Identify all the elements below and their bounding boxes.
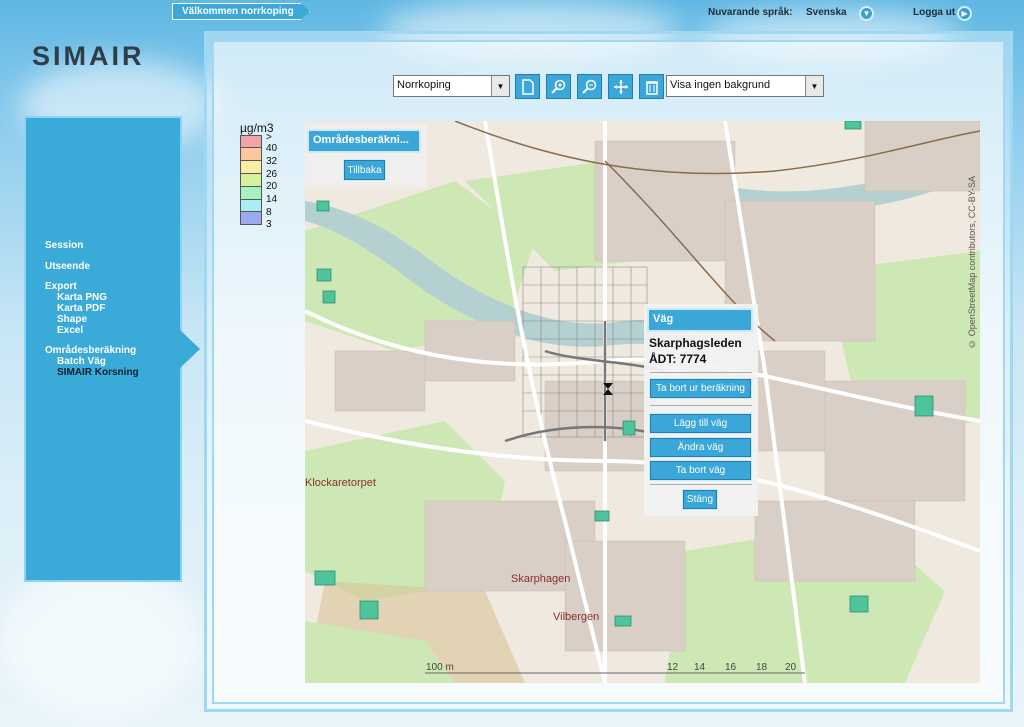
legend-label: 20 — [266, 181, 278, 192]
sidebar-item-excel[interactable]: Excel — [57, 325, 83, 336]
city-select[interactable]: Norrkoping ▼ — [393, 75, 510, 97]
legend-label: 40 — [266, 143, 278, 154]
sidebar-item-simair-korsning[interactable]: SIMAIR Korsning — [57, 367, 139, 378]
area-calc-title: Områdesberäkni... — [307, 129, 421, 153]
scale-label: 18 — [756, 662, 768, 673]
sidebar-item-session[interactable]: Session — [45, 240, 83, 251]
sidebar-item-utseende[interactable]: Utseende — [45, 261, 90, 272]
welcome-tab: Välkommen norrkoping — [172, 3, 310, 20]
sidebar-item-shape[interactable]: Shape — [57, 314, 87, 325]
legend-label: 14 — [266, 194, 278, 205]
zoom-out-button[interactable] — [577, 74, 602, 99]
add-road-button[interactable]: Lägg till väg — [649, 413, 752, 434]
zoom-in-icon — [550, 79, 565, 94]
sidebar-item-karta-pdf[interactable]: Karta PDF — [57, 303, 105, 314]
sidebar-pointer — [180, 330, 200, 368]
pan-icon — [613, 79, 628, 94]
sidebar-item-karta-png[interactable]: Karta PNG — [57, 292, 107, 303]
language-dropdown-icon[interactable]: ▼ — [859, 6, 874, 21]
simair-logo: SIMAIR — [32, 41, 145, 71]
legend-swatch — [241, 200, 261, 212]
legend-label: > — [266, 132, 272, 143]
city-select-value: Norrkoping — [397, 79, 451, 91]
new-document-icon — [521, 78, 534, 95]
legend-swatch — [241, 187, 261, 200]
sidebar-item-omradesberakning[interactable]: Områdesberäkning — [45, 345, 136, 356]
edit-road-button[interactable]: Ändra väg — [649, 437, 752, 458]
scale-label: 16 — [725, 662, 737, 673]
place-label-vilbergen: Vilbergen — [553, 611, 600, 623]
legend-swatch — [241, 174, 261, 187]
legend-label: 3 — [266, 219, 272, 230]
new-document-button[interactable] — [515, 74, 540, 99]
background-select[interactable]: Visa ingen bakgrund ▼ — [666, 75, 824, 97]
close-button[interactable]: Stäng — [682, 489, 718, 510]
map-graphics — [305, 121, 980, 683]
remove-from-calc-button[interactable]: Ta bort ur beräkning — [649, 378, 752, 399]
legend-swatch — [241, 136, 261, 148]
logout-arrow-icon[interactable]: ▶ — [957, 6, 972, 21]
place-label-klockaretorpet: Klockaretorpet — [305, 477, 376, 489]
scale-label: 20 — [785, 662, 797, 673]
divider — [650, 405, 752, 406]
divider — [650, 484, 752, 485]
language-value[interactable]: Svenska — [806, 7, 847, 18]
legend-swatch — [241, 212, 261, 224]
cloud — [0, 560, 200, 720]
zoom-in-button[interactable] — [546, 74, 571, 99]
legend-label: 26 — [266, 169, 278, 180]
road-popup-title: Väg — [647, 308, 753, 332]
legend-scale — [240, 135, 262, 225]
scale-label: 12 — [667, 662, 679, 673]
road-adt: ÅDT: 7774 — [649, 352, 707, 366]
sidebar-item-batch-vag[interactable]: Batch Väg — [57, 356, 106, 367]
legend-swatch — [241, 161, 261, 174]
scale-label: 14 — [694, 662, 706, 673]
delete-road-button[interactable]: Ta bort väg — [649, 460, 752, 481]
legend-label: 32 — [266, 156, 278, 167]
back-button[interactable]: Tillbaka — [343, 159, 386, 181]
sidebar-item-export[interactable]: Export — [45, 281, 77, 292]
legend-label: 8 — [266, 207, 272, 218]
divider — [650, 372, 752, 373]
road-name: Skarphagsleden — [649, 336, 742, 350]
trash-icon — [645, 80, 658, 95]
scale-label: 100 m — [426, 662, 454, 673]
map-attribution: © OpenStreetMap contributors, CC-BY-SA — [967, 176, 977, 349]
map-canvas[interactable]: Klockaretorpet Skarphagen Vilbergen 100 … — [305, 121, 980, 683]
zoom-out-icon — [581, 79, 596, 94]
place-label-skarphagen: Skarphagen — [511, 573, 571, 585]
legend-swatch — [241, 148, 261, 161]
language-label: Nuvarande språk: — [708, 7, 793, 18]
pan-button[interactable] — [608, 74, 633, 99]
logout-link[interactable]: Logga ut — [913, 7, 955, 18]
delete-button[interactable] — [639, 74, 664, 99]
chevron-down-icon[interactable]: ▼ — [805, 76, 823, 96]
background-select-value: Visa ingen bakgrund — [670, 79, 771, 91]
chevron-down-icon[interactable]: ▼ — [491, 76, 509, 96]
